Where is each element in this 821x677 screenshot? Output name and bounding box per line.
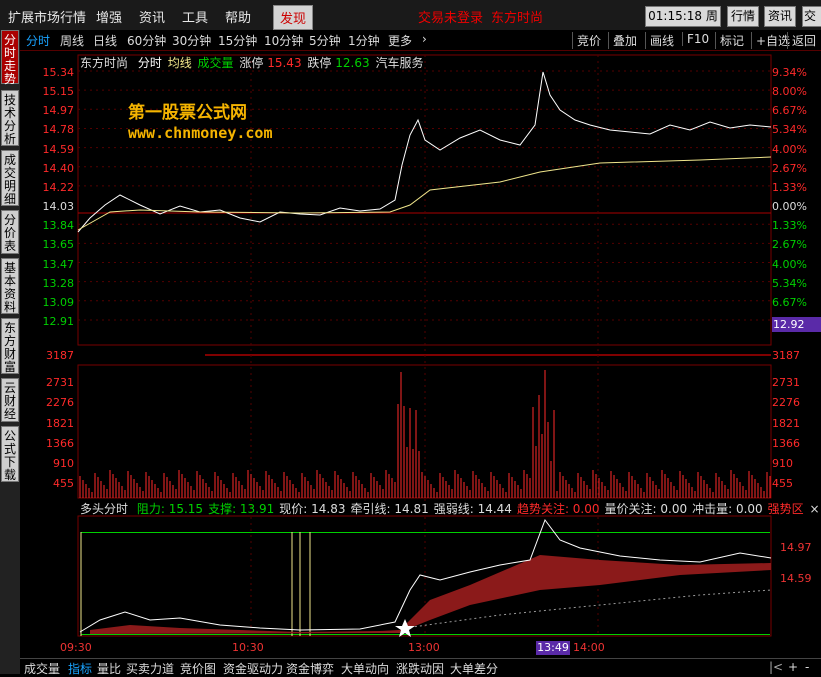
indicator-fields: 阻力: 15.15 支撑: 13.91 现价: 14.83 牵引线: 14.81 强弱线… [132,502,808,516]
volume-ylabel-right: 3187 [772,349,800,362]
label-avg-line: 均线 [167,56,192,70]
btab-fund-drive[interactable]: 资金驱动力 [223,660,283,677]
indicator-field: 强势区 [767,502,808,516]
price-ylabel-left: 13.09 [42,295,75,309]
strength-zone [400,555,771,632]
volume-ylabel-right: 455 [772,477,793,491]
indicator-field: 趋势关注: 0.00 [516,502,600,516]
price-panel-header: 东方时尚 分时 均线 成交量 涨停 15.43 跌停 12.63 汽车服务 [80,54,423,71]
volume-ylabel-left: 3187 [46,349,74,362]
volume-ylabel-left: 1821 [46,416,74,430]
price-ylabel-right: 5.34% [772,276,807,290]
support-line [81,634,770,635]
limit-up-value: 15.43 [267,56,302,70]
price-ylabel-right: 8.00% [772,85,807,99]
price-ylabel-left: 12.91 [42,314,75,328]
indicator-field: 支撑: 13.91 [208,502,275,516]
sector-name: 汽车服务 [375,56,424,70]
bottom-indicator-bar: 成交量 指标 量比 买卖力道 竞价图 资金驱动力 资金博弈 大单动向 涨跌动因 … [20,658,821,677]
price-ylabel-right: 9.34% [772,66,807,79]
indicator-field: 量价关注: 0.00 [604,502,688,516]
volume-ylabel-right: 2276 [772,396,800,410]
price-ylabel-right: 6.67% [772,104,807,118]
indicator-field: 阻力: 15.15 [136,502,204,516]
watermark-title: 第一股票公式网 [128,103,247,123]
indicator-field: 牵引线: 14.81 [350,502,429,516]
price-ylabel-left: 13.84 [42,219,75,233]
price-ylabel-right: 4.00% [772,142,807,156]
btab-big-order-trend[interactable]: 大单动向 [341,660,389,677]
zoom-in-button[interactable]: + [788,660,798,674]
price-ylabel-left: 14.78 [42,123,75,137]
price-ylabel-right: 1.33% [772,219,807,233]
price-ylabel-left: 13.47 [42,257,75,271]
volume-ylabel-left: 1366 [46,436,74,450]
price-ylabel-right: 2.67% [772,238,807,252]
x-label-1030: 10:30 [232,641,264,654]
price-ylabel-right: 6.67% [772,295,807,309]
btab-big-order-diff[interactable]: 大单差分 [450,660,498,677]
ind-ylabel-upper: 14.97 [780,541,812,554]
price-ylabel-left: 14.22 [42,180,75,194]
indicator-field: 现价: 14.83 [279,502,346,516]
volume-ylabel-left: 910 [53,457,74,470]
x-label-1400: 14:00 [573,641,605,654]
current-price-tag: 12.92 [772,317,821,332]
price-ylabel-right: 5.34% [772,123,807,137]
limit-up-label: 涨停 [239,56,264,70]
btab-buy-sell-force[interactable]: 买卖力道 [126,660,174,677]
zoom-out-button[interactable]: - [805,660,809,674]
price-ylabel-left: 15.34 [42,66,75,79]
ind-ylabel-lower: 14.59 [780,572,812,585]
first-page-button[interactable]: |< [769,660,783,674]
volume-ylabel-right: 2731 [772,376,800,390]
btab-fund-game[interactable]: 资金博弈 [286,660,334,677]
indicator-field: 强弱线: 14.44 [433,502,512,516]
price-ylabel-left: 14.40 [42,161,75,175]
indicator-header: 多头分时 阻力: 15.15 支撑: 13.91 现价: 14.83 牵引线: 14.… [80,500,820,517]
indicator-name[interactable]: 多头分时 [80,502,128,516]
volume-ylabel-left: 455 [53,477,74,491]
indicator-field: 冲击量: 0.00 [692,502,763,516]
price-ylabel-left: 15.15 [42,85,75,99]
price-ylabel-left: 13.65 [42,238,75,252]
close-icon[interactable]: × [810,502,820,516]
btab-change-cause[interactable]: 涨跌动因 [396,660,444,677]
stock-name: 东方时尚 [80,56,129,70]
price-ylabel-left: 14.03 [42,200,75,214]
price-ylabel-left: 14.97 [42,104,75,118]
price-ylabel-right: 1.33% [772,180,807,194]
volume-ylabel-right: 1821 [772,416,800,430]
label-intraday: 分时 [137,56,162,70]
x-label-1300: 13:00 [408,641,440,654]
price-ylabel-left: 13.28 [42,276,75,290]
label-volume: 成交量 [197,56,234,70]
btab-volume[interactable]: 成交量 [24,660,60,677]
price-ylabel-right: 0.00% [772,200,807,214]
volume-ylabel-left: 2731 [46,376,74,390]
price-ylabel-right: 2.67% [772,161,807,175]
crosshair-time-tag: 13:49 [536,641,570,655]
limit-down-label: 跌停 [307,56,332,70]
price-ylabel-right: 4.00% [772,257,807,271]
chart-canvas[interactable] [0,0,821,674]
volume-ylabel-right: 1366 [772,436,800,450]
volume-ylabel-left: 2276 [46,396,74,410]
watermark-url: www.chnmoney.com [128,124,273,142]
price-ylabel-left: 14.59 [42,142,75,156]
volume-ylabel-right: 910 [772,457,793,470]
limit-down-value: 12.63 [335,56,370,70]
x-label-0930: 09:30 [60,641,92,654]
btab-auction-chart[interactable]: 竞价图 [180,660,216,677]
btab-volume-ratio[interactable]: 量比 [97,660,121,677]
resistance-line [81,532,770,533]
btab-indicator[interactable]: 指标 [68,660,92,677]
